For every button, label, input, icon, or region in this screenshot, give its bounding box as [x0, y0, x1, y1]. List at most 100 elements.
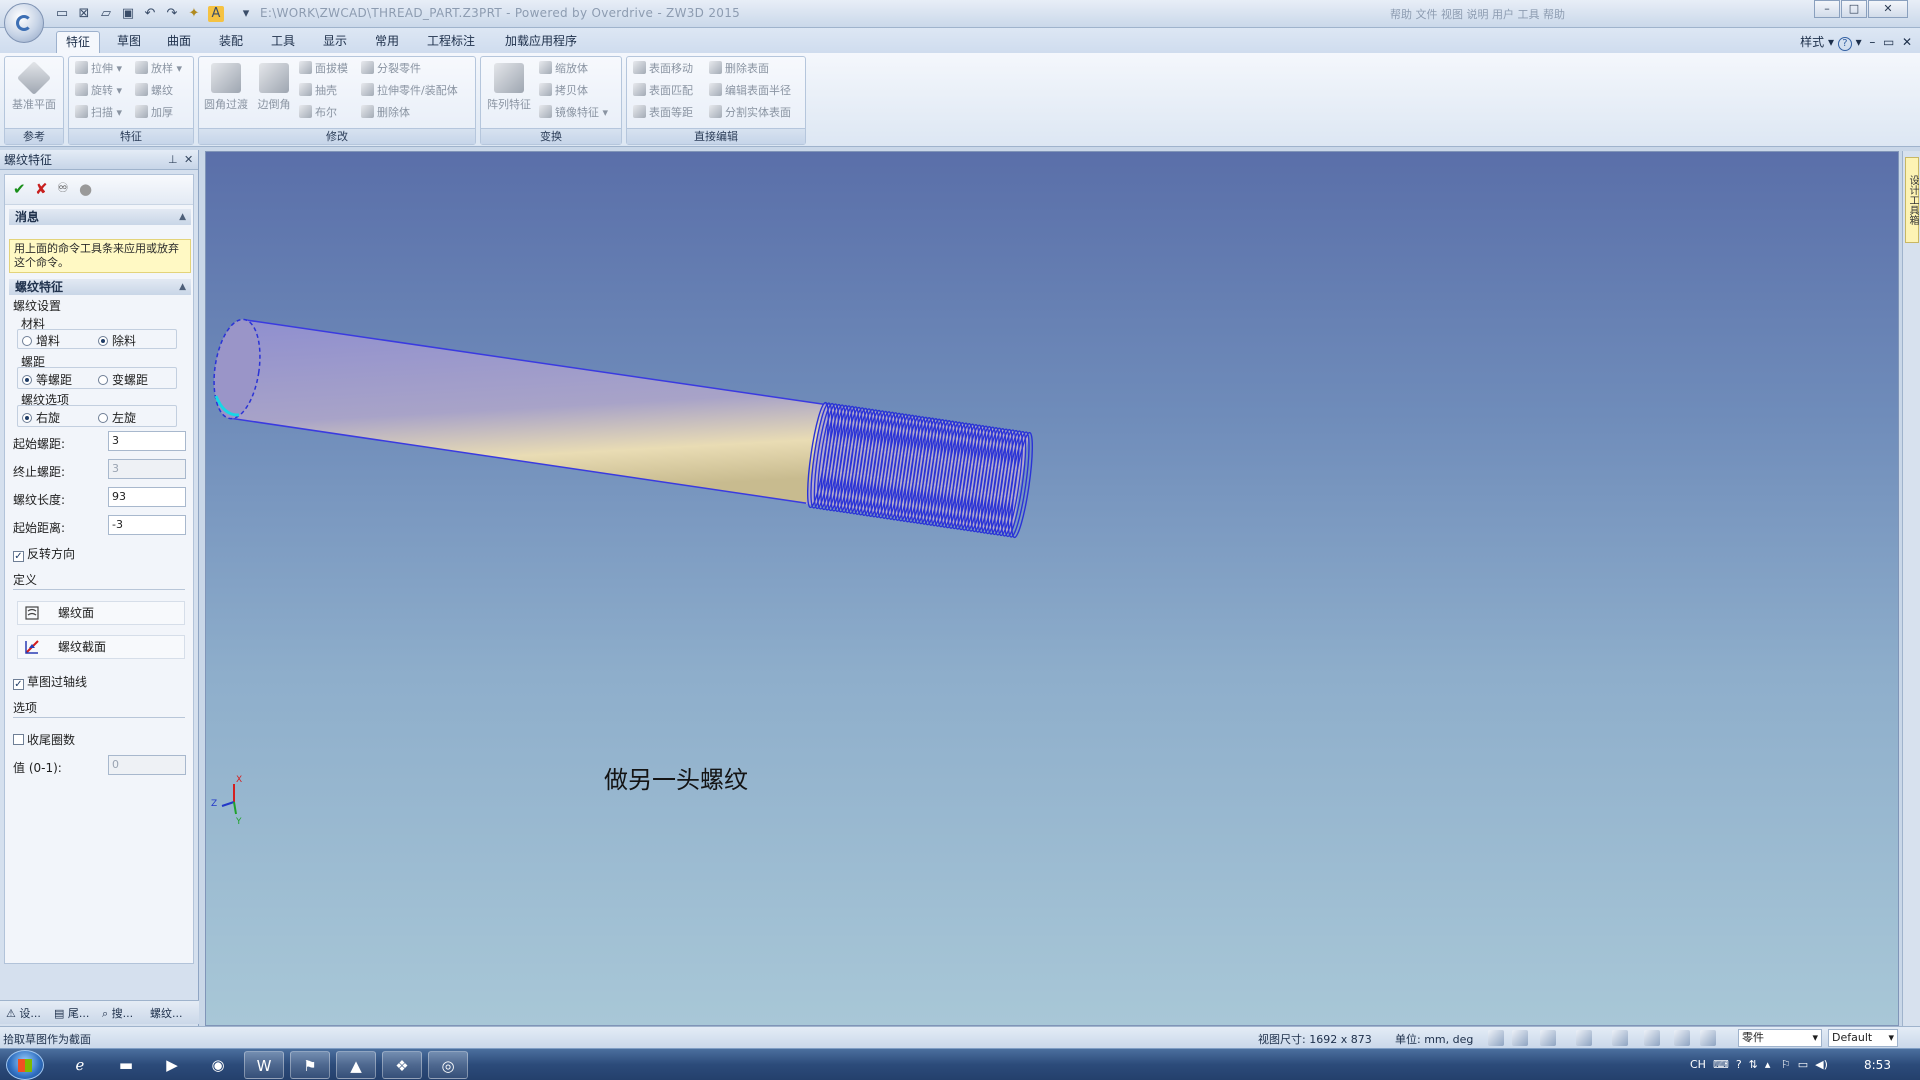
start-button[interactable] — [6, 1050, 44, 1080]
panel-tab-search[interactable]: ⌕ 搜... — [102, 1005, 133, 1021]
help-tray-icon[interactable]: ? — [1736, 1058, 1745, 1071]
radio-add-material[interactable]: 增料 — [22, 332, 60, 349]
save-close-icon[interactable]: ⊠ — [76, 6, 92, 22]
keyboard-icon[interactable]: ⌨ — [1709, 1058, 1732, 1071]
thread-length-input[interactable]: 93 — [108, 487, 186, 507]
copy-body-button[interactable]: 拷贝体 — [539, 81, 588, 101]
extrude-part-button[interactable]: 拉伸零件/装配体 — [361, 81, 458, 101]
new-icon[interactable]: ▭ — [54, 6, 70, 22]
move-face-button[interactable]: 表面移动 — [633, 59, 693, 79]
panel-tab-settings[interactable]: ⚠ 设... — [6, 1005, 41, 1021]
style-dropdown-icon[interactable]: ▾ — [1828, 35, 1838, 49]
revolve-button[interactable]: 旋转 ▾ — [75, 81, 122, 101]
pdf-tool-icon[interactable]: ▲ — [336, 1051, 376, 1079]
thread-face-selector[interactable]: 螺纹面 — [17, 601, 185, 625]
radio-remove-material[interactable]: 除料 — [98, 332, 136, 349]
3d-viewport[interactable]: X Z Y 做另一头螺纹 — [205, 151, 1899, 1026]
delete-body-button[interactable]: 删除体 — [361, 103, 410, 123]
thread-section-header[interactable]: 螺纹特征 ▲ — [9, 279, 191, 295]
sketch-axis-checkbox[interactable]: ✓ 草图过轴线 — [13, 673, 87, 690]
tab-assembly[interactable]: 装配 — [210, 31, 252, 53]
zoom-window-icon[interactable] — [1512, 1030, 1528, 1046]
end-pitch-input[interactable]: 3 — [108, 459, 186, 479]
doc-minimize-icon[interactable]: ▾ – — [1856, 35, 1883, 49]
tab-common[interactable]: 常用 — [366, 31, 408, 53]
acrobat-icon[interactable]: ⚑ — [290, 1051, 330, 1079]
start-distance-input[interactable]: -3 — [108, 515, 186, 535]
ie-icon[interactable]: ℯ — [60, 1051, 100, 1079]
maximize-button[interactable]: □ — [1841, 0, 1867, 18]
help-circle-icon[interactable]: ● — [79, 181, 92, 197]
radio-right-hand[interactable]: 右旋 — [22, 409, 60, 426]
tab-surface[interactable]: 曲面 — [158, 31, 200, 53]
shell-button[interactable]: 抽壳 — [299, 81, 337, 101]
sweep-button[interactable]: 扫描 ▾ — [75, 103, 122, 123]
panel-close-icon[interactable]: ✕ — [184, 150, 193, 170]
tab-drawing-annotation[interactable]: 工程标注 — [418, 31, 484, 53]
flag-icon[interactable]: ⚐ — [1781, 1058, 1794, 1071]
start-pitch-input[interactable]: 3 — [108, 431, 186, 451]
media-player-icon[interactable]: ▶ — [152, 1051, 192, 1079]
delete-face-button[interactable]: 删除表面 — [709, 59, 769, 79]
message-section-header[interactable]: 消息 ▲ — [9, 209, 191, 225]
help-icon[interactable]: ? — [1837, 37, 1852, 51]
cancel-x-icon[interactable]: ✘ — [35, 181, 48, 197]
panel-tab-history[interactable]: ▤ 尾... — [54, 1005, 89, 1021]
language-indicator[interactable]: CH — [1690, 1058, 1706, 1071]
monitor-icon[interactable]: ▭ — [1798, 1058, 1812, 1071]
match-face-button[interactable]: 表面匹配 — [633, 81, 693, 101]
close-button[interactable]: ✕ — [1868, 0, 1908, 18]
split-solid-button[interactable]: 分割实体表面 — [709, 103, 791, 123]
orient-icon[interactable] — [1612, 1030, 1628, 1046]
tab-sketch[interactable]: 草图 — [108, 31, 150, 53]
save-icon[interactable]: ▣ — [120, 6, 136, 22]
browser-icon[interactable]: ◉ — [198, 1051, 238, 1079]
tab-addins[interactable]: 加载应用程序 — [496, 31, 586, 53]
explorer-icon[interactable]: ▬ — [106, 1051, 146, 1079]
view-cube-icon[interactable] — [1540, 1030, 1556, 1046]
offset-face-button[interactable]: 表面等距 — [633, 103, 693, 123]
open-icon[interactable]: ▱ — [98, 6, 114, 22]
doc-close-icon[interactable]: ✕ — [1902, 35, 1912, 49]
shading-icon[interactable] — [1644, 1030, 1660, 1046]
volume-icon[interactable]: ◀) — [1815, 1058, 1828, 1071]
minimize-button[interactable]: – — [1814, 0, 1840, 18]
split-part-button[interactable]: 分裂零件 — [361, 59, 421, 79]
tab-tools[interactable]: 工具 — [262, 31, 304, 53]
display-mode-icon[interactable] — [1576, 1030, 1592, 1046]
thread-section-selector[interactable]: 螺纹截面 — [17, 635, 185, 659]
tail-turns-checkbox[interactable]: 收尾圈数 — [13, 731, 75, 748]
lightbulb-icon[interactable]: ✦ — [186, 6, 202, 22]
chamfer-button[interactable]: 边倒角 — [251, 59, 297, 127]
zoom-icon[interactable] — [1488, 1030, 1504, 1046]
loft-button[interactable]: 放样 ▾ — [135, 59, 182, 79]
radio-left-hand[interactable]: 左旋 — [98, 409, 136, 426]
redo-icon[interactable]: ↷ — [164, 6, 180, 22]
preview-glasses-icon[interactable]: ♾ — [57, 181, 69, 197]
zw3d-icon[interactable]: ◎ — [428, 1051, 468, 1079]
tab-feature[interactable]: 特征 — [56, 31, 101, 53]
design-toolbox-tab[interactable]: 设计工具箱 — [1905, 157, 1919, 243]
thicken-button[interactable]: 加厚 — [135, 103, 173, 123]
word-icon[interactable]: W — [244, 1051, 284, 1079]
value-input[interactable]: 0 — [108, 755, 186, 775]
network-icon[interactable]: ⇅ — [1749, 1058, 1762, 1071]
scale-body-button[interactable]: 缩放体 — [539, 59, 588, 79]
datum-plane-button[interactable]: 基准平面 — [11, 59, 57, 127]
draft-button[interactable]: 面拔模 — [299, 59, 348, 79]
extrude-button[interactable]: 拉伸 ▾ — [75, 59, 122, 79]
panel-tab-thread[interactable]: 螺纹... — [150, 1005, 183, 1021]
thread-button[interactable]: 螺纹 — [135, 81, 173, 101]
radio-equal-pitch[interactable]: 等螺距 — [22, 371, 72, 388]
thread-region[interactable] — [803, 401, 1036, 539]
ok-check-icon[interactable]: ✔ — [13, 181, 26, 197]
reverse-direction-checkbox[interactable]: ✓ 反转方向 — [13, 545, 75, 562]
boolean-button[interactable]: 布尔 — [299, 103, 337, 123]
tray-expand-icon[interactable]: ▴ — [1765, 1058, 1778, 1071]
filter-select[interactable]: 零件 ▾ — [1738, 1029, 1822, 1047]
style-select[interactable]: Default ▾ — [1828, 1029, 1898, 1047]
settings-icon[interactable] — [1700, 1030, 1716, 1046]
app-icon[interactable]: ❖ — [382, 1051, 422, 1079]
undo-icon[interactable]: ↶ — [142, 6, 158, 22]
mirror-feature-button[interactable]: 镜像特征 ▾ — [539, 103, 608, 123]
